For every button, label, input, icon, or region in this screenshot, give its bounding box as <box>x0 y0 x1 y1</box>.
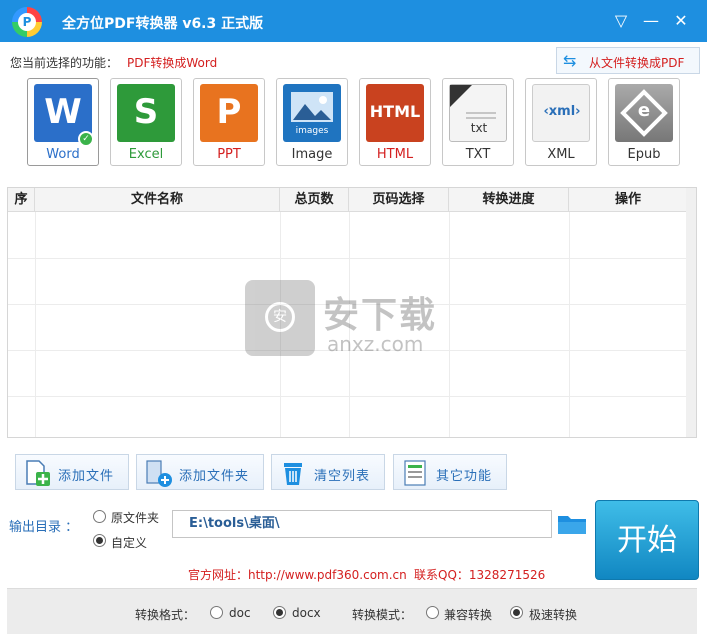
compat-mode-label: 兼容转换 <box>444 608 493 622</box>
custom-folder-label: 自定义 <box>111 536 148 550</box>
docx-label: docx <box>292 606 321 620</box>
txt-icon: txt <box>449 84 507 142</box>
format-image-button[interactable]: images Image <box>276 78 348 166</box>
table-header: 序 文件名称 总页数 页码选择 转换进度 操作 <box>8 188 696 212</box>
excel-icon: S <box>117 84 175 142</box>
radio-compat-mode[interactable] <box>426 606 439 619</box>
col-index: 序 <box>8 188 35 212</box>
browse-folder-icon[interactable] <box>557 512 587 536</box>
format-label: Epub <box>627 147 661 162</box>
current-function-label: 您当前选择的功能： <box>10 56 119 70</box>
col-page-select: 页码选择 <box>349 188 449 212</box>
col-total-pages: 总页数 <box>280 188 349 212</box>
html-icon: HTML <box>366 84 424 142</box>
radio-doc[interactable] <box>210 606 223 619</box>
convert-to-pdf-label: 从文件转换成PDF <box>589 56 685 70</box>
clear-list-button[interactable]: 清空列表 <box>271 454 385 490</box>
format-label: TXT <box>465 147 491 162</box>
contact-qq-text: 联系QQ：1328271526 <box>414 568 546 582</box>
output-path-input[interactable]: E:\tools\桌面\ <box>172 510 552 538</box>
add-folder-icon <box>146 460 172 487</box>
add-folder-button[interactable]: 添加文件夹 <box>136 454 264 490</box>
format-xml-button[interactable]: ‹xml› XML <box>525 78 597 166</box>
radio-original-folder[interactable] <box>93 510 106 523</box>
other-functions-button[interactable]: 其它功能 <box>393 454 507 490</box>
dropdown-menu-icon[interactable]: ▽ <box>610 10 632 32</box>
format-label: PPT <box>217 147 241 162</box>
app-logo-icon: P <box>12 7 42 37</box>
doc-label: doc <box>229 606 251 620</box>
format-epub-button[interactable]: e Epub <box>608 78 680 166</box>
image-icon: images <box>283 84 341 142</box>
conversion-options-bar: 转换格式： doc docx 转换模式： 兼容转换 极速转换 <box>7 588 697 634</box>
official-site-text: 官方网址：http://www.pdf360.com.cn <box>188 568 407 582</box>
convert-to-pdf-button[interactable]: ⇆ 从文件转换成PDF <box>556 47 700 74</box>
format-option-label: 转换格式： <box>135 608 196 622</box>
format-label: HTML <box>376 147 414 162</box>
col-progress: 转换进度 <box>449 188 569 212</box>
fast-mode-label: 极速转换 <box>529 608 578 622</box>
format-label: Word <box>46 147 80 162</box>
ppt-icon: P <box>200 84 258 142</box>
mode-option-label: 转换模式： <box>352 608 413 622</box>
output-dir-label: 输出目录 ： <box>9 520 79 535</box>
current-function-value: PDF转换成Word <box>127 56 218 70</box>
list-icon <box>404 460 426 486</box>
add-file-button[interactable]: 添加文件 <box>15 454 129 490</box>
original-folder-label: 原文件夹 <box>111 511 160 525</box>
start-button[interactable]: 开始 <box>595 500 699 580</box>
format-label: Image <box>291 147 333 162</box>
format-word-button[interactable]: W ✓ Word <box>27 78 99 166</box>
minimize-button[interactable]: — <box>640 10 662 32</box>
format-html-button[interactable]: HTML HTML <box>359 78 431 166</box>
window-title: 全方位PDF转换器 v6.3 正式版 <box>62 16 264 32</box>
format-excel-button[interactable]: S Excel <box>110 78 182 166</box>
selected-check-icon: ✓ <box>78 131 94 147</box>
col-actions: 操作 <box>614 192 641 207</box>
radio-fast-mode[interactable] <box>510 606 523 619</box>
watermark-url: anxz.com <box>327 332 424 356</box>
add-file-icon <box>26 460 50 486</box>
format-txt-button[interactable]: txt TXT <box>442 78 514 166</box>
xml-icon: ‹xml› <box>532 84 590 142</box>
table-scrollbar[interactable] <box>686 188 696 437</box>
close-button[interactable]: ✕ <box>670 10 692 32</box>
shield-icon: 安 <box>245 280 315 356</box>
trash-icon <box>284 463 302 485</box>
swap-arrows-icon: ⇆ <box>563 51 577 70</box>
watermark: 安 安下载 anxz.com <box>245 280 475 360</box>
watermark-text: 安下载 <box>323 295 438 336</box>
epub-icon: e <box>615 84 673 142</box>
format-label: XML <box>547 147 575 162</box>
radio-custom-folder[interactable] <box>93 534 106 547</box>
format-ppt-button[interactable]: P PPT <box>193 78 265 166</box>
radio-docx[interactable] <box>273 606 286 619</box>
col-filename: 文件名称 <box>35 188 280 212</box>
format-label: Excel <box>128 147 164 162</box>
title-bar: P 全方位PDF转换器 v6.3 正式版 ▽ — ✕ <box>0 0 707 42</box>
